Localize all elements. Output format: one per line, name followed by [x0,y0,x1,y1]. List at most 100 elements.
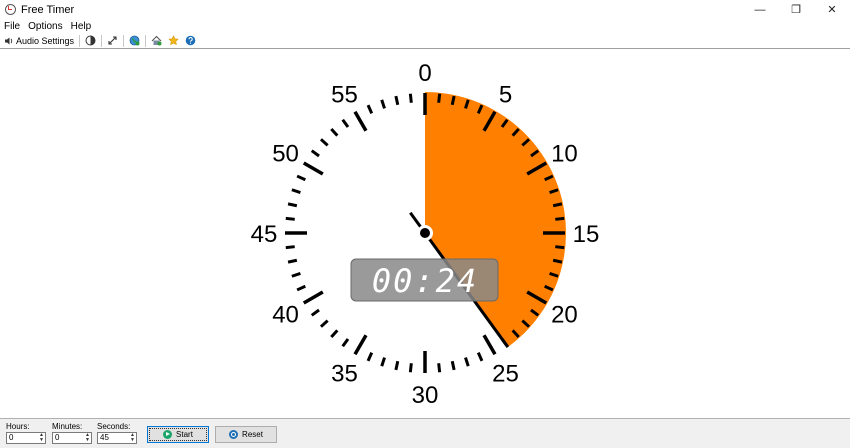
remaining-time-sector [425,92,567,348]
toolbar-separator [79,34,81,47]
hours-value: 0 [9,433,14,442]
menu-options[interactable]: Options [24,21,66,32]
minor-tick [437,93,442,103]
menu-file[interactable]: File [0,21,24,32]
menu-help[interactable]: Help [67,21,96,32]
minute-label-0: 0 [418,60,431,87]
help-icon [185,35,196,46]
title-bar: Free Timer — ❐ ✕ [0,0,850,19]
window-controls: — ❐ ✕ [742,0,850,19]
minor-tick [296,284,306,292]
minor-tick [408,93,413,103]
minute-label-5: 5 [499,82,512,109]
spin-arrows-icon[interactable]: ▲ ▼ [38,433,45,443]
help-button[interactable] [182,33,199,48]
speaker-icon [3,35,14,46]
minute-label-20: 20 [551,302,578,329]
minutes-group: Minutes: 0 ▲ ▼ [52,422,92,444]
minor-tick [291,188,301,194]
major-tick [482,334,497,356]
minor-tick [366,104,374,114]
star-icon [168,35,179,46]
window-title: Free Timer [21,3,75,16]
minor-tick [394,95,400,106]
favorite-button[interactable] [165,33,182,48]
minor-tick [330,127,339,137]
toolbar-separator [123,34,125,47]
clock-area: 0 5 10 15 20 25 30 35 40 45 50 55 00:24 [0,49,850,418]
minor-tick [330,329,339,339]
web-button[interactable] [126,33,143,48]
hours-stepper[interactable]: 0 ▲ ▼ [6,432,46,444]
hours-group: Hours: 0 ▲ ▼ [6,422,46,444]
minute-label-55: 55 [331,82,358,109]
major-tick [302,290,324,305]
minor-tick [319,138,329,147]
globe-icon [129,35,140,46]
minor-tick [291,272,301,278]
spin-arrows-icon[interactable]: ▲ ▼ [84,433,91,443]
minute-label-50: 50 [272,141,299,168]
major-tick [353,110,368,132]
timer-clock-face[interactable]: 0 5 10 15 20 25 30 35 40 45 50 55 00:24 [0,49,850,418]
toolbar-separator [145,34,147,47]
minor-tick [310,308,320,317]
clock-hub [420,228,430,238]
minute-label-15: 15 [573,221,600,248]
minor-tick [552,258,563,264]
bottom-controls: Hours: 0 ▲ ▼ Minutes: 0 ▲ ▼ Seconds: 45 ▲ ▼… [0,418,850,448]
minor-tick [366,352,374,362]
start-label: Start [176,430,193,439]
minor-tick [380,99,386,109]
minor-tick [341,338,350,348]
seconds-group: Seconds: 45 ▲ ▼ [97,422,137,444]
hours-label: Hours: [6,422,30,431]
minor-tick [450,360,456,371]
digital-time-readout: 00:24 [372,262,478,300]
app-timer-icon [5,4,16,15]
play-icon [163,430,173,439]
audio-settings-button[interactable]: Audio Settings [0,33,77,48]
close-button[interactable]: ✕ [814,0,850,19]
menu-bar: File Options Help [0,19,850,33]
spin-arrows-icon[interactable]: ▲ ▼ [129,433,136,443]
minor-tick [437,363,442,373]
minute-label-30: 30 [412,382,439,409]
minutes-label: Minutes: [52,422,83,431]
expand-arrows-icon [107,35,118,46]
theme-toggle-button[interactable] [82,33,99,48]
major-tick [302,161,324,176]
seconds-label: Seconds: [97,422,131,431]
minor-tick [285,216,295,221]
minor-tick [285,245,295,250]
minute-label-25: 25 [492,360,519,387]
minute-label-35: 35 [331,360,358,387]
reset-button[interactable]: Reset [215,426,277,443]
minor-tick [408,363,413,373]
fullscreen-button[interactable] [104,33,121,48]
minor-tick [380,357,386,367]
start-button[interactable]: Start [147,426,209,443]
free-timer-window: Free Timer — ❐ ✕ File Options Help Audio… [0,0,850,448]
home-icon [151,35,162,46]
minute-label-45: 45 [251,221,278,248]
toolbar-separator [101,34,103,47]
minor-tick [341,118,350,128]
home-button[interactable] [148,33,165,48]
minutes-value: 0 [55,433,60,442]
minor-tick [450,95,456,106]
minor-tick [287,258,298,264]
minor-tick [476,352,484,362]
audio-settings-label: Audio Settings [16,35,75,46]
restore-button[interactable]: ❐ [778,0,814,19]
minute-label-10: 10 [551,141,578,168]
minor-tick [555,245,565,250]
seconds-stepper[interactable]: 45 ▲ ▼ [97,432,137,444]
minor-tick [555,216,565,221]
contrast-icon [85,35,96,46]
minor-tick [287,202,298,208]
minute-label-40: 40 [272,302,299,329]
minutes-stepper[interactable]: 0 ▲ ▼ [52,432,92,444]
minimize-button[interactable]: — [742,0,778,19]
minor-tick [296,174,306,182]
